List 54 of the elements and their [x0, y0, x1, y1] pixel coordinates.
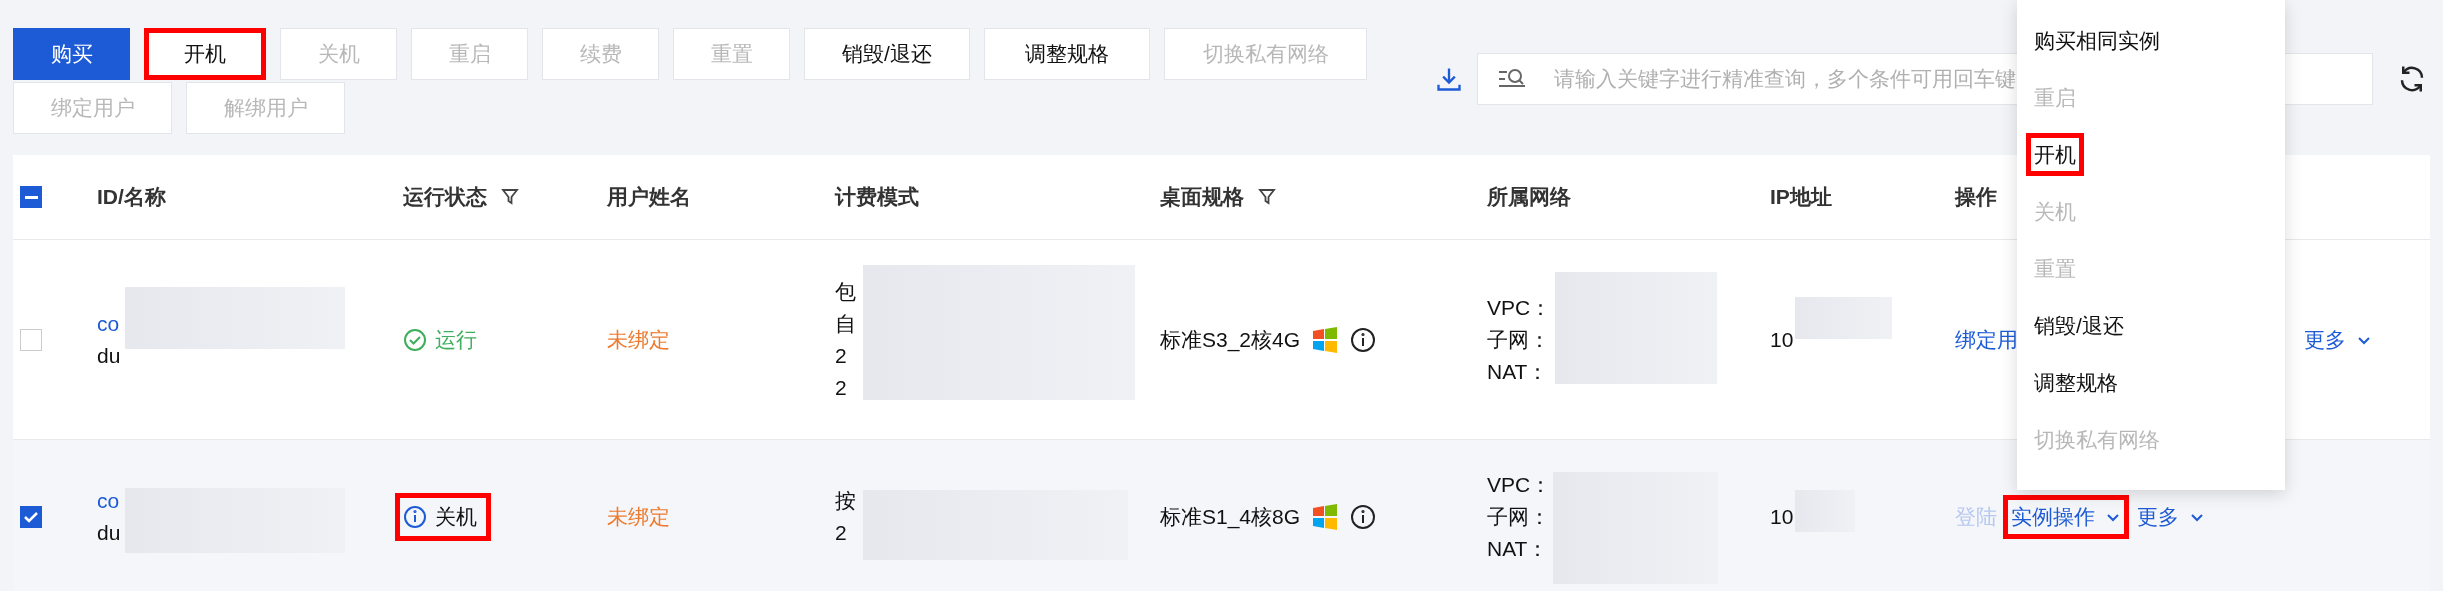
windows-icon [1312, 504, 1339, 530]
info-icon [403, 505, 427, 529]
filter-icon[interactable] [501, 188, 519, 206]
status-label: 运行 [395, 315, 491, 364]
column-header: 运行状态 [403, 184, 487, 211]
status-label: 关机 [395, 493, 491, 541]
network-label: 子网： [1487, 504, 1550, 530]
billing-text: 2 [835, 374, 847, 401]
network-label: 子网： [1487, 326, 1550, 353]
billing-text: 自 [835, 310, 856, 337]
info-icon[interactable] [1350, 326, 1377, 353]
column-header: 计费模式 [835, 184, 919, 211]
check-icon [23, 509, 39, 525]
network-label: VPC： [1487, 294, 1552, 321]
toolbar-button[interactable]: 购买 [13, 28, 130, 80]
ip-address: 10 [1770, 505, 1794, 529]
instance-id-link[interactable]: co [97, 485, 120, 517]
network-label: NAT： [1487, 358, 1549, 385]
billing-text: 2 [835, 520, 847, 546]
checkbox[interactable] [20, 328, 42, 351]
billing-text: 包 [835, 278, 856, 305]
menu-item[interactable]: 调整规格 [2026, 360, 2126, 405]
column-header: 所属网络 [1487, 184, 1571, 211]
network-label: VPC： [1487, 472, 1552, 498]
column-header: 用户姓名 [607, 184, 691, 211]
info-icon[interactable] [1350, 504, 1377, 530]
toolbar-button[interactable]: 销毁/退还 [804, 28, 970, 80]
more-link[interactable]: 更多 [2300, 323, 2376, 356]
desktop-spec: 标准S1_4核8G [1160, 504, 1301, 531]
more-link[interactable]: 更多 [2133, 501, 2209, 533]
column-header: 操作 [1955, 184, 1997, 211]
checkbox[interactable] [20, 506, 42, 528]
column-header: 桌面规格 [1160, 184, 1244, 211]
menu-item[interactable]: 开机 [2026, 132, 2084, 177]
instance-name: du [97, 520, 121, 546]
checkbox[interactable] [20, 186, 42, 208]
user-name: 未绑定 [607, 327, 670, 351]
ip-address: 10 [1770, 327, 1794, 351]
user-name: 未绑定 [607, 505, 670, 529]
instance-id-link[interactable]: co [97, 307, 120, 340]
filter-icon[interactable] [1258, 188, 1276, 206]
toolbar-button[interactable]: 开机 [144, 28, 266, 80]
billing-text: 按 [835, 488, 856, 514]
column-header: IP地址 [1770, 184, 1832, 211]
menu-item[interactable]: 销毁/退还 [2026, 303, 2132, 348]
toolbar-button[interactable]: 调整规格 [984, 28, 1150, 80]
column-header: ID/名称 [97, 184, 166, 211]
billing-text: 2 [835, 342, 847, 369]
desktop-spec: 标准S3_2核4G [1160, 326, 1301, 354]
dropdown-link[interactable]: 实例操作 [2003, 495, 2129, 539]
windows-icon [1312, 326, 1339, 353]
check-circle-icon [403, 327, 427, 352]
network-label: NAT： [1487, 536, 1549, 562]
instance-name: du [97, 342, 121, 369]
